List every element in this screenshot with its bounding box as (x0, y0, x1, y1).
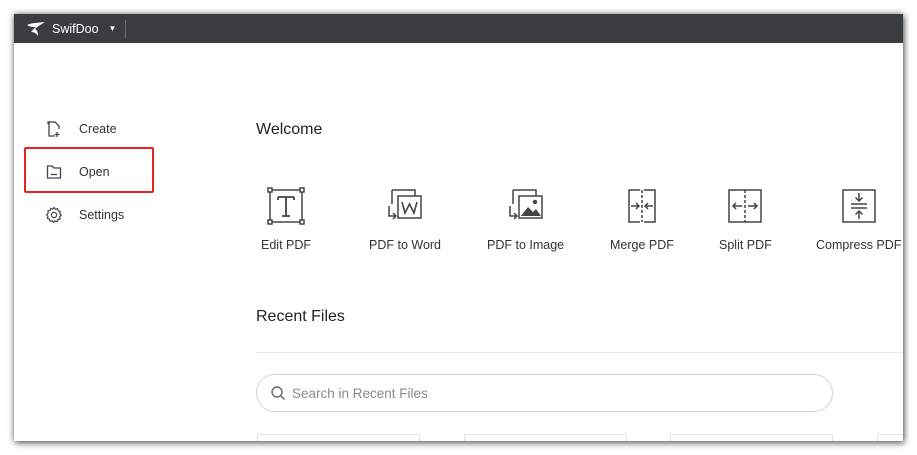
welcome-title: Welcome (256, 121, 323, 138)
pdf-to-image-icon (506, 186, 546, 226)
open-highlight-box (24, 147, 154, 193)
tool-label: PDF to Word (369, 238, 442, 252)
sidebar-item-label: Settings (79, 208, 125, 222)
tool-pdf-to-word[interactable]: PDF to Word (369, 186, 441, 252)
tool-edit-pdf[interactable]: Edit PDF (261, 186, 311, 252)
tool-merge-pdf[interactable]: Merge PDF (610, 186, 674, 252)
recent-file-card[interactable] (670, 434, 833, 441)
sidebar-item-create[interactable]: Create (45, 118, 117, 140)
recent-files-title: Recent Files (256, 308, 345, 325)
tool-label: Split PDF (719, 238, 772, 252)
sidebar-item-settings[interactable]: Settings (45, 204, 124, 226)
search-icon (270, 385, 286, 401)
swifdoo-logo-icon (26, 21, 46, 37)
divider (256, 352, 903, 353)
tool-label: Merge PDF (610, 238, 674, 252)
app-window: SwifDoo ▼ Create Open Settings Welcome E… (14, 14, 903, 441)
search-input[interactable] (292, 385, 792, 401)
app-name: SwifDoo (52, 21, 99, 36)
tool-label: PDF to Image (487, 238, 565, 252)
tool-pdf-to-image[interactable]: PDF to Image (487, 186, 564, 252)
edit-text-icon (266, 186, 306, 226)
gear-icon (45, 206, 63, 224)
app-menu-button[interactable]: SwifDoo ▼ (14, 14, 116, 43)
recent-file-card[interactable] (464, 434, 627, 441)
sidebar: Create Open Settings (14, 43, 214, 441)
create-file-icon (45, 120, 63, 138)
tool-row: Edit PDF PDF to Word PDF to Image Merge … (256, 186, 903, 266)
recent-file-card[interactable] (877, 434, 903, 441)
titlebar-divider (125, 19, 127, 38)
merge-icon (622, 186, 662, 226)
title-bar: SwifDoo ▼ (14, 14, 903, 43)
sidebar-item-label: Create (79, 122, 117, 136)
caret-down-icon: ▼ (108, 24, 117, 33)
split-icon (725, 186, 765, 226)
tool-compress-pdf[interactable]: Compress PDF (816, 186, 901, 252)
tool-label: Edit PDF (261, 238, 312, 252)
tool-split-pdf[interactable]: Split PDF (719, 186, 772, 252)
recent-file-card[interactable] (257, 434, 420, 441)
recent-search-box[interactable] (256, 374, 833, 412)
pdf-to-word-icon (385, 186, 425, 226)
tool-label: Compress PDF (816, 238, 902, 252)
compress-icon (839, 186, 879, 226)
